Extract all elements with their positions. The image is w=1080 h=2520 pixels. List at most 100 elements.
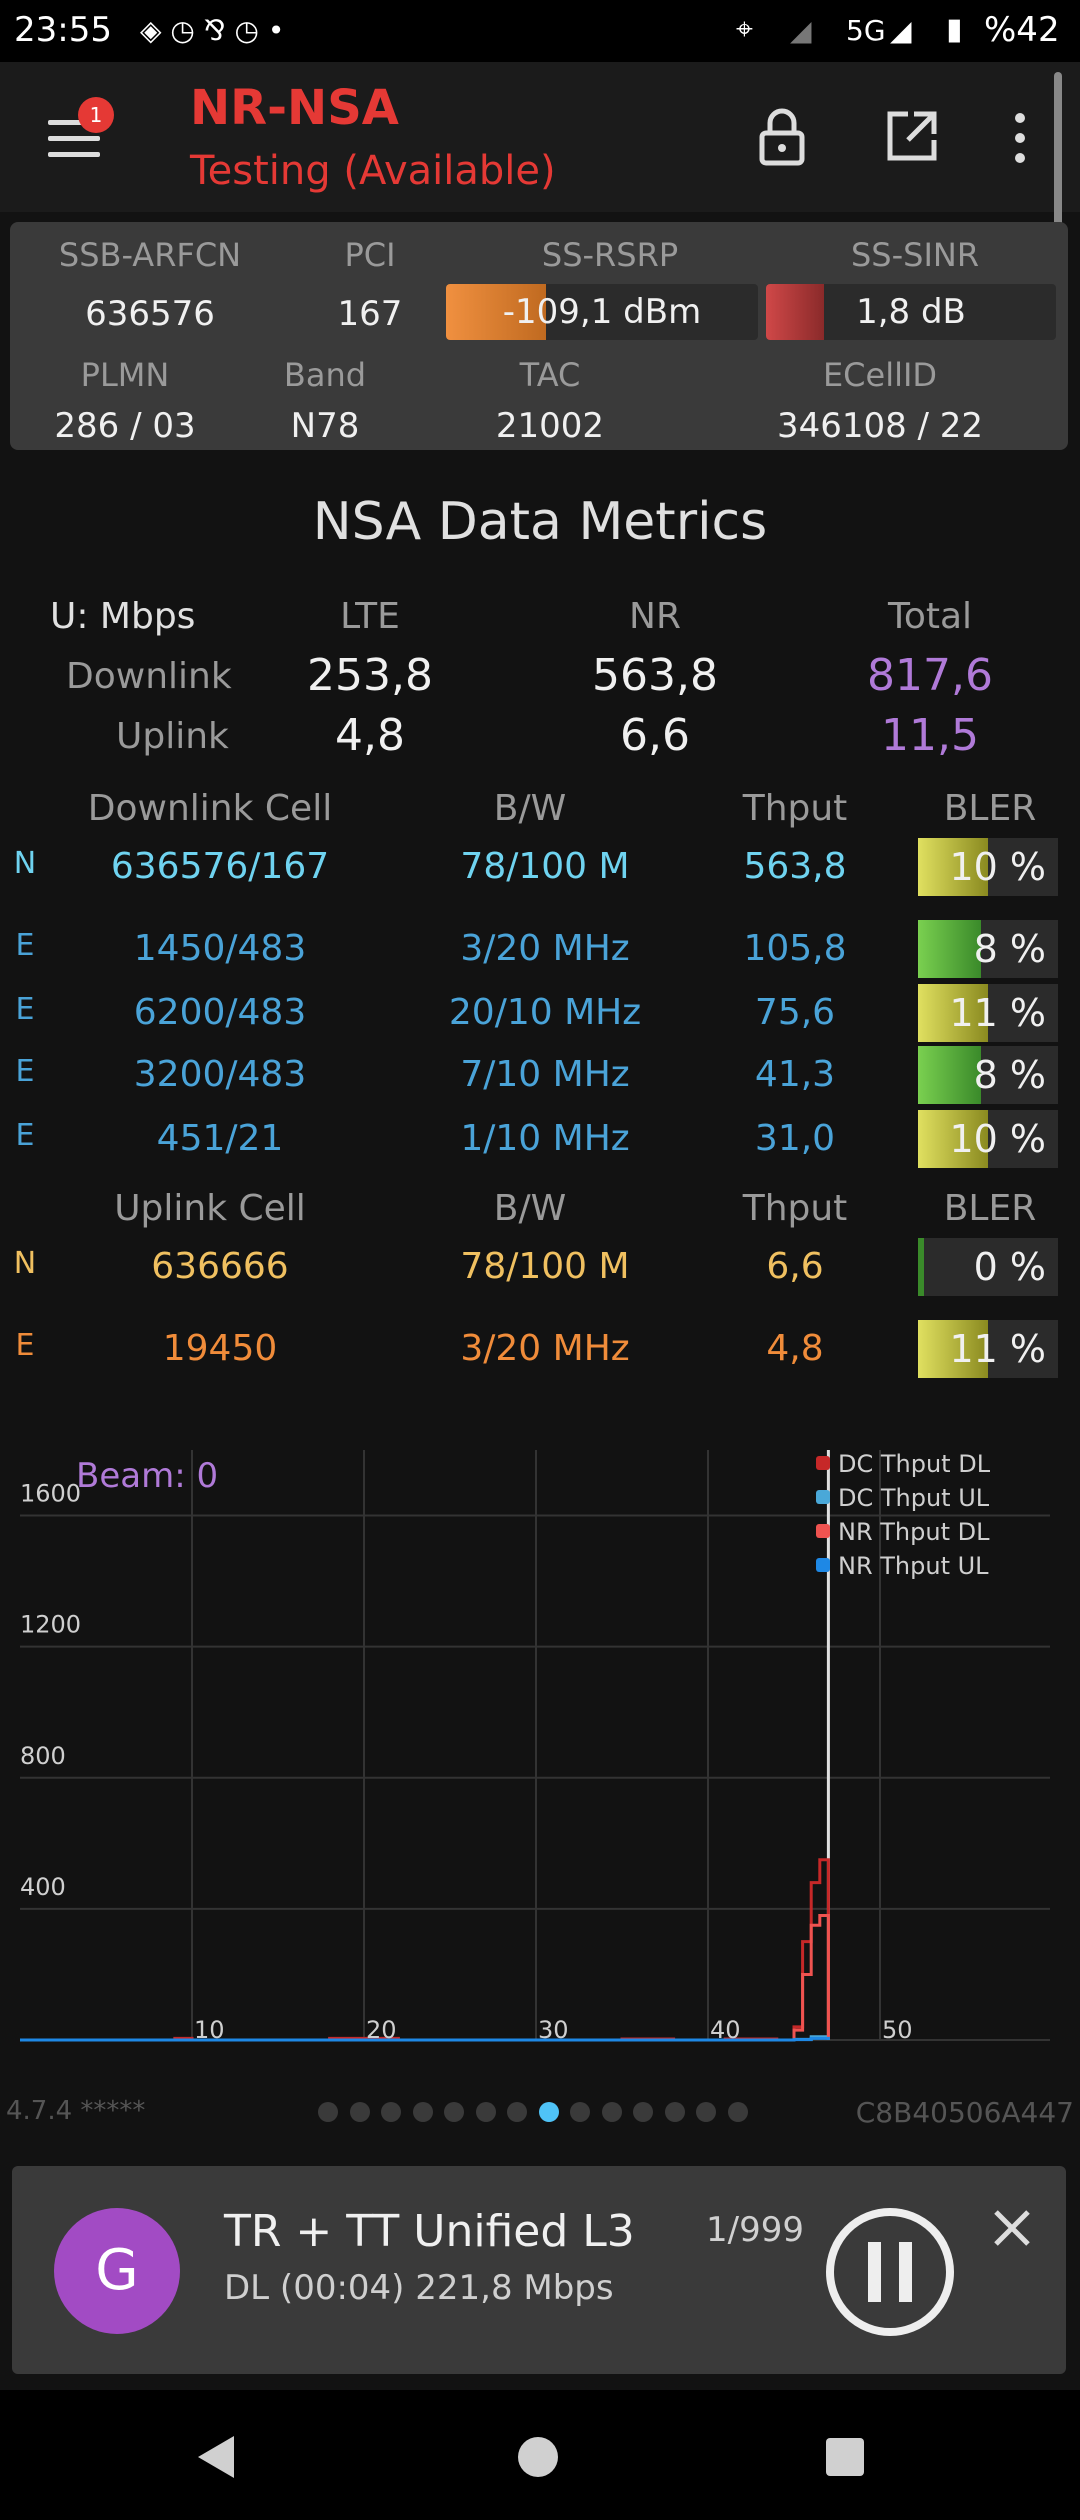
uplink-total: 11,5: [881, 710, 979, 761]
notification-subtitle: DL (00:04) 221,8 Mbps: [224, 2268, 614, 2308]
cell-bandwidth: 7/10 MHz: [460, 1054, 630, 1095]
bler-value: 10 %: [949, 1117, 1046, 1161]
cell-id: 19450: [162, 1328, 278, 1369]
cell-type: E: [15, 992, 35, 1027]
uplink-label: Uplink: [116, 716, 229, 757]
cell-throughput: 31,0: [754, 1118, 836, 1159]
y-tick-label: 400: [20, 1873, 66, 1901]
throughput-chart: 10 20 30 40 50 400 800 1200 1600 DC Thput DL DC …: [20, 1450, 1050, 2044]
page-dot[interactable]: [538, 2102, 559, 2122]
bler-bar: 11 %: [918, 984, 1058, 1042]
page-dot[interactable]: [412, 2102, 433, 2122]
notification-counter: 1/999: [706, 2210, 804, 2250]
status-time: 23:55: [14, 10, 112, 50]
bler-value: 8 %: [973, 1053, 1046, 1097]
cell-bandwidth: 3/20 MHz: [460, 1328, 630, 1369]
rsrp-bar: -109,1 dBm: [446, 284, 758, 340]
cell-bandwidth: 1/10 MHz: [460, 1118, 630, 1159]
navigation-bar: [0, 2390, 1080, 2520]
page-dot[interactable]: [475, 2102, 496, 2122]
y-tick-label: 1200: [20, 1611, 81, 1639]
page-dot[interactable]: [318, 2102, 338, 2122]
share-icon[interactable]: [884, 108, 940, 164]
page-dot[interactable]: [664, 2102, 685, 2122]
ss-sinr-value: 1,8 dB: [856, 292, 966, 332]
cell-bandwidth: 3/20 MHz: [460, 928, 630, 969]
cell-throughput: 105,8: [743, 928, 847, 969]
bler-bar: 8 %: [918, 1046, 1058, 1104]
page-dot[interactable]: [696, 2102, 716, 2122]
page-indicator[interactable]: [318, 2102, 759, 2126]
tac-value: 21002: [495, 406, 605, 446]
plmn-value: 286 / 03: [54, 406, 196, 446]
downlink-cell-header: Downlink Cell: [87, 788, 333, 829]
total-header: Total: [887, 596, 973, 637]
downlink-cell-row: E 451/21 1/10 MHz 31,0 10 %: [0, 1110, 1080, 1178]
cell-throughput: 75,6: [754, 992, 836, 1033]
downlink-cell-row: E 1450/483 3/20 MHz 105,8 8 %: [0, 920, 1080, 988]
more-options-icon[interactable]: [1010, 110, 1030, 166]
back-icon[interactable]: [192, 2432, 242, 2482]
x-tick-label: 50: [882, 2016, 913, 2044]
cell-bandwidth: 78/100 M: [460, 846, 630, 887]
status-bar: 23:55 ◈ ◷ ⅋ ◷ • ⌖ ◢ 5G ◢ ▮ %42: [0, 0, 1080, 62]
downlink-total: 817,6: [867, 650, 993, 701]
cell-id: 636576/167: [110, 846, 330, 887]
pci-value: 167: [337, 294, 403, 334]
pause-button[interactable]: [822, 2204, 958, 2340]
notification-badge: 1: [78, 97, 114, 133]
recents-icon[interactable]: [822, 2434, 868, 2480]
page-dot[interactable]: [601, 2102, 622, 2122]
uplink-nr: 6,6: [620, 710, 690, 761]
x-tick-label: 30: [538, 2016, 569, 2044]
pci-label: PCI: [344, 236, 396, 274]
ss-rsrp-label: SS-RSRP: [541, 236, 679, 274]
cell-info-card: SSB-ARFCN PCI SS-RSRP SS-SINR 636576 167…: [10, 222, 1068, 450]
ssb-arfcn-label: SSB-ARFCN: [58, 236, 242, 274]
media-notification[interactable]: G TR + TT Unified L3 1/999 DL (00:04) 22…: [12, 2166, 1066, 2374]
cell-throughput: 41,3: [754, 1054, 836, 1095]
legend-swatch: [816, 1490, 830, 1504]
battery-icon: ▮: [946, 12, 963, 47]
cell-throughput: 4,8: [766, 1328, 824, 1369]
page-dot[interactable]: [727, 2102, 748, 2122]
bler-bar-fill: [918, 920, 981, 978]
downlink-bler-header: BLER: [943, 788, 1037, 829]
legend-label: DC Thput DL: [838, 1450, 991, 1478]
tac-label: TAC: [519, 356, 581, 394]
bler-value: 10 %: [949, 845, 1046, 889]
nr-header: NR: [629, 596, 681, 637]
band-label: Band: [283, 356, 367, 394]
cell-throughput: 6,6: [766, 1246, 824, 1287]
cell-type: E: [15, 1054, 35, 1089]
downlink-cell-row: E 6200/483 20/10 MHz 75,6 11 %: [0, 984, 1080, 1052]
bler-bar: 10 %: [918, 838, 1058, 896]
legend-swatch: [816, 1558, 830, 1572]
app-subtitle: Testing (Available): [190, 148, 556, 194]
downlink-lte: 253,8: [307, 650, 433, 701]
avatar: G: [54, 2208, 180, 2334]
ssb-arfcn-value: 636576: [85, 294, 215, 334]
page-dot[interactable]: [444, 2102, 464, 2122]
page-dot[interactable]: [381, 2102, 401, 2122]
cell-type: E: [15, 928, 35, 963]
bler-value: 11 %: [949, 991, 1046, 1035]
uplink-cell-row: E 19450 3/20 MHz 4,8 11 %: [0, 1320, 1080, 1388]
page-dot[interactable]: [349, 2102, 370, 2122]
uplink-bler-header: BLER: [943, 1188, 1037, 1229]
lte-header: LTE: [340, 596, 400, 637]
ecellid-value: 346108 / 22: [776, 406, 984, 446]
home-icon[interactable]: [513, 2432, 563, 2482]
page-dot[interactable]: [507, 2102, 527, 2122]
page-dot[interactable]: [633, 2102, 653, 2122]
uplink-thput-header: Thput: [742, 1188, 848, 1229]
x-tick-label: 10: [194, 2016, 225, 2044]
downlink-label: Downlink: [66, 656, 232, 697]
units-label: U: Mbps: [50, 596, 196, 637]
lock-icon[interactable]: [756, 107, 808, 167]
app-title: NR-NSA: [190, 80, 399, 136]
page-dot[interactable]: [570, 2102, 590, 2122]
close-icon[interactable]: [990, 2206, 1034, 2250]
cell-type: E: [15, 1118, 35, 1153]
legend-label: NR Thput UL: [838, 1552, 989, 1580]
